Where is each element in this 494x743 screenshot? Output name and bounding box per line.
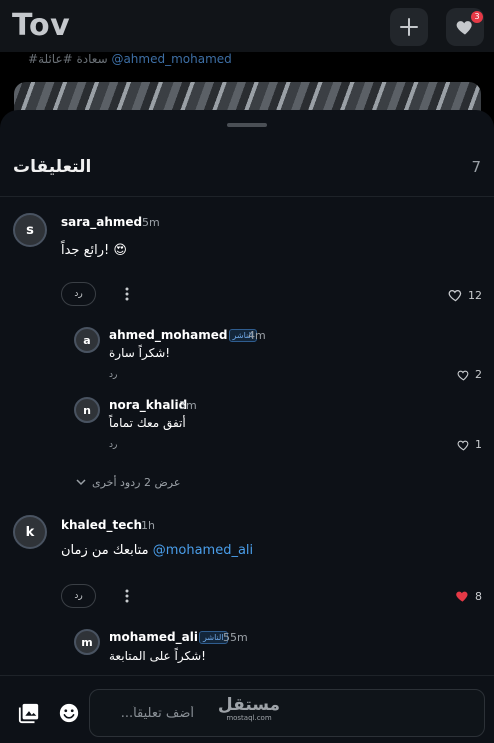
post-tags: #سعادة #عائلة @ahmed_mohamed <box>28 52 232 66</box>
plus-icon <box>400 18 418 36</box>
watermark: مستقل mostaql.com <box>214 696 284 723</box>
notifications-button[interactable]: 3 <box>446 8 484 46</box>
comment-input-box[interactable] <box>89 689 485 737</box>
chevron-down-icon <box>76 479 86 486</box>
post-mention[interactable]: @ahmed_mohamed <box>111 52 231 66</box>
comment-mention[interactable]: @mohamed_ali <box>153 543 253 558</box>
reply-button[interactable]: رد <box>61 282 96 306</box>
reply-text: أتفق معك تماماً <box>109 416 186 430</box>
comment: s sara_ahmed 5m رائع جداً! 😍 رد 12 a ahm… <box>0 210 494 490</box>
reply-button[interactable]: رد <box>109 440 117 450</box>
avatar[interactable]: n <box>74 397 100 423</box>
reply-button[interactable]: رد <box>61 584 96 608</box>
sheet-drag-handle[interactable] <box>227 123 267 127</box>
divider <box>0 196 494 197</box>
reply-button[interactable]: رد <box>109 370 117 380</box>
more-options-button[interactable] <box>121 286 133 302</box>
top-bar: Tov 3 <box>0 0 494 52</box>
sheet-title: التعليقات <box>13 157 92 177</box>
emoji-icon <box>59 703 79 723</box>
like-count: 12 <box>468 288 482 302</box>
reply-username[interactable]: ahmed_mohamed الناشر <box>109 328 258 342</box>
reply-time: 55m <box>223 631 248 644</box>
comment-body: متابعك من زمان <box>61 543 149 558</box>
reply-username[interactable]: mohamed_ali الناشر <box>109 630 228 644</box>
more-vertical-icon <box>125 287 129 301</box>
reply-text: شكراً على المتابعة! <box>109 649 206 663</box>
comment-text: متابعك من زمان @mohamed_ali <box>61 543 253 558</box>
hashtags[interactable]: #سعادة #عائلة <box>28 52 108 66</box>
show-more-replies-button[interactable]: عرض 2 ردود أخرى <box>76 476 180 489</box>
comment: k khaled_tech 1h متابعك من زمان @mohamed… <box>0 514 494 684</box>
like-button[interactable]: 2 <box>457 368 482 381</box>
avatar[interactable]: s <box>13 213 47 247</box>
notification-badge: 3 <box>471 11 483 23</box>
like-count: 2 <box>475 368 482 381</box>
like-button[interactable]: 8 <box>455 589 482 603</box>
reply-username-text: mohamed_ali <box>109 630 198 644</box>
comment-username[interactable]: sara_ahmed <box>61 215 142 229</box>
watermark-main: مستقل <box>217 695 281 715</box>
comment-count: 7 <box>471 158 481 176</box>
image-gallery-icon <box>18 703 39 724</box>
comment-input[interactable] <box>90 690 484 736</box>
more-vertical-icon <box>125 589 129 603</box>
heart-outline-icon <box>448 289 462 302</box>
like-button[interactable]: 1 <box>457 438 482 451</box>
show-more-label: عرض 2 ردود أخرى <box>92 476 181 489</box>
reply-username-text: ahmed_mohamed <box>109 328 228 342</box>
watermark-sub: mostaql.com <box>226 714 272 722</box>
reply-time: 3m <box>179 399 197 412</box>
create-post-button[interactable] <box>390 8 428 46</box>
app-title: Tov <box>12 8 71 43</box>
avatar[interactable]: k <box>13 515 47 549</box>
avatar[interactable]: m <box>74 629 100 655</box>
reply-time: 4m <box>248 329 266 342</box>
reply-username[interactable]: nora_khalid <box>109 398 187 412</box>
like-button[interactable]: 12 <box>448 288 482 302</box>
attach-image-button[interactable] <box>17 701 41 725</box>
emoji-button[interactable] <box>57 701 81 725</box>
comment-time: 1h <box>141 519 155 532</box>
heart-outline-icon <box>457 440 469 451</box>
like-count: 1 <box>475 438 482 451</box>
comments-sheet: التعليقات 7 s sara_ahmed 5m رائع جداً! 😍… <box>0 110 494 743</box>
avatar[interactable]: a <box>74 327 100 353</box>
comment-text: رائع جداً! 😍 <box>61 243 127 258</box>
heart-outline-icon <box>457 370 469 381</box>
comment-username[interactable]: khaled_tech <box>61 518 142 532</box>
reply-text: شكراً سارة! <box>109 346 171 360</box>
heart-filled-icon <box>456 591 468 602</box>
more-options-button[interactable] <box>121 588 133 604</box>
comment-time: 5m <box>142 216 160 229</box>
like-count: 8 <box>475 589 482 603</box>
